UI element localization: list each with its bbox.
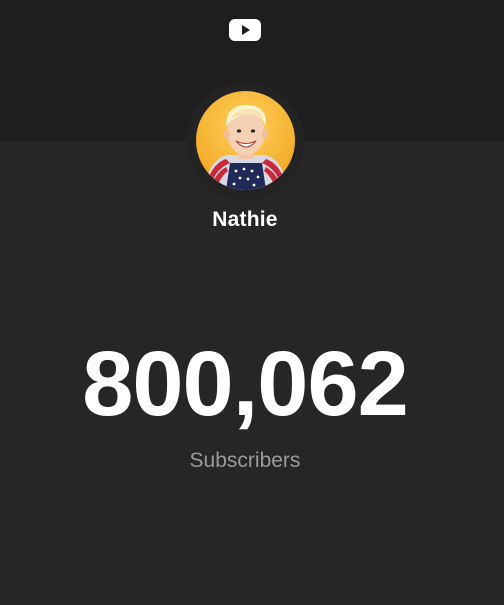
subscriber-label: Subscribers [189, 449, 301, 472]
subscriber-count: 800,062 [82, 333, 409, 435]
subscriber-counter-page: Nathie 800,062 Subscribers [0, 0, 504, 605]
youtube-play-icon[interactable] [229, 19, 261, 41]
channel-name: Nathie [212, 208, 278, 231]
avatar[interactable] [196, 91, 295, 190]
